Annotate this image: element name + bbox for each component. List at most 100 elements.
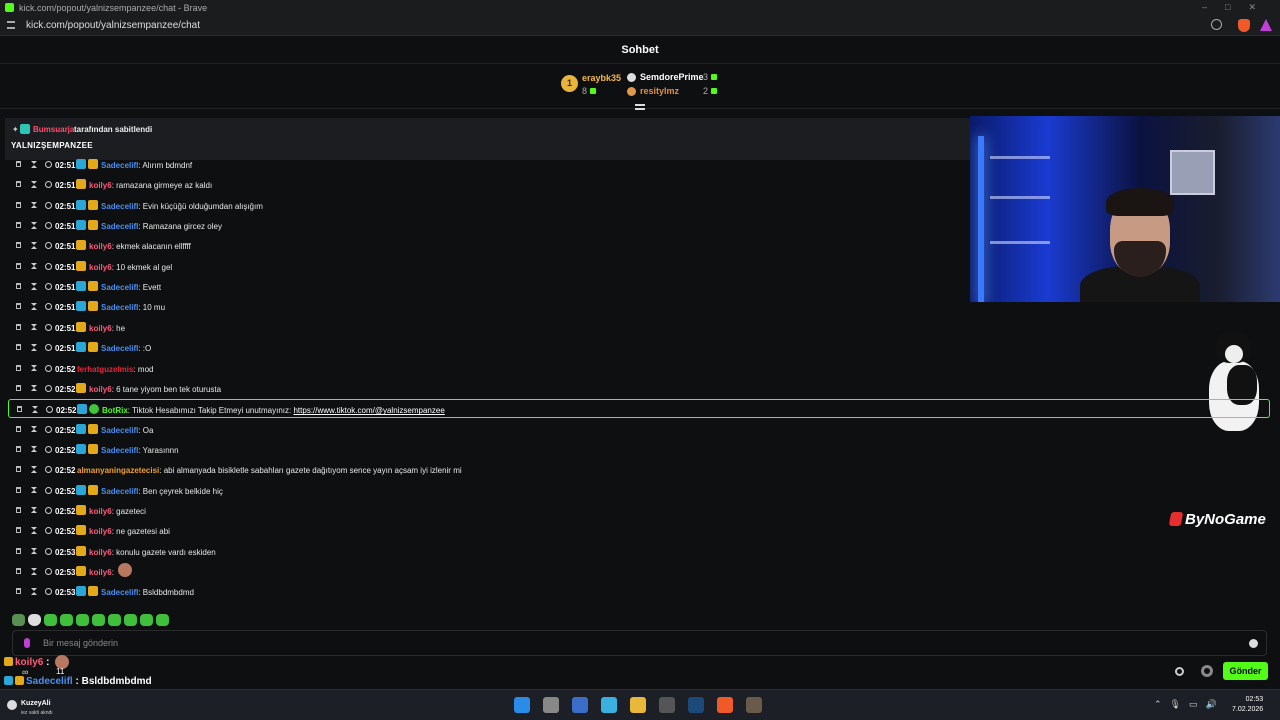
delete-message-icon[interactable] bbox=[16, 262, 21, 269]
chat-settings-icon[interactable] bbox=[1175, 667, 1184, 676]
message-username[interactable]: ferhatguzelmis bbox=[77, 365, 133, 374]
window-controls[interactable]: –□✕ bbox=[1202, 2, 1274, 13]
ban-icon[interactable] bbox=[45, 201, 52, 209]
delete-message-icon[interactable] bbox=[16, 466, 21, 473]
message-username[interactable]: koily6 bbox=[89, 568, 112, 577]
message-username[interactable]: Sadecelifl bbox=[101, 588, 138, 597]
emote-button[interactable] bbox=[76, 614, 89, 626]
timeout-icon[interactable] bbox=[31, 445, 37, 453]
chat-message-row[interactable]: 02:52 Sadecelifl: Ben çeyrek belkide hiç bbox=[8, 481, 1270, 501]
chat-message-row[interactable]: 02:51 koily6: ramazana girmeye az kaldı bbox=[8, 175, 1270, 195]
chat-message-row[interactable]: 02:52 BotRix: Tiktok Hesabımızı Takip Etm… bbox=[8, 399, 1270, 419]
message-username[interactable]: koily6 bbox=[89, 263, 112, 272]
chat-message-row[interactable]: 02:52 Sadecelifl: Oa bbox=[8, 420, 1270, 440]
chat-message-row[interactable]: 02:51 Sadecelifl: 10 mu bbox=[8, 297, 1270, 317]
delete-message-icon[interactable] bbox=[16, 222, 21, 229]
timeout-icon[interactable] bbox=[31, 242, 37, 249]
file-explorer-icon[interactable] bbox=[630, 697, 646, 713]
timeout-icon[interactable] bbox=[31, 547, 37, 555]
chat-message-row[interactable]: 02:53 koily6: bbox=[8, 562, 1270, 582]
ban-icon[interactable] bbox=[45, 486, 52, 494]
delete-message-icon[interactable] bbox=[16, 384, 21, 391]
chat-message-row[interactable]: 02:52 koily6: ne gazetesi abi bbox=[8, 521, 1270, 541]
delete-message-icon[interactable] bbox=[16, 303, 21, 310]
message-username[interactable]: Sadecelifl bbox=[101, 446, 138, 455]
brave-icon[interactable] bbox=[717, 697, 733, 713]
message-username[interactable]: koily6 bbox=[89, 324, 112, 333]
delete-message-icon[interactable] bbox=[16, 486, 21, 493]
timeout-icon[interactable] bbox=[31, 344, 37, 351]
message-username[interactable]: Sadecelifl bbox=[101, 222, 138, 231]
emote-button[interactable] bbox=[44, 614, 57, 626]
delete-message-icon[interactable] bbox=[16, 242, 21, 249]
brave-shields-icon[interactable] bbox=[1238, 19, 1250, 32]
timeout-icon[interactable] bbox=[31, 527, 37, 534]
timeout-icon[interactable] bbox=[31, 303, 37, 310]
send-button[interactable]: Gönder bbox=[1223, 662, 1268, 680]
message-username[interactable]: almanyaningazetecisi bbox=[77, 466, 159, 475]
chat-message-row[interactable]: 02:51 koily6: 10 ekmek al gel bbox=[8, 257, 1270, 277]
message-username[interactable]: koily6 bbox=[89, 507, 112, 516]
timeout-icon[interactable] bbox=[31, 201, 37, 209]
ban-icon[interactable] bbox=[45, 364, 52, 372]
timeout-icon[interactable] bbox=[31, 486, 37, 494]
emote-button[interactable] bbox=[124, 614, 137, 626]
system-tray[interactable]: ⌃🎙▭🔊 bbox=[1154, 699, 1225, 710]
timeout-icon[interactable] bbox=[31, 262, 37, 270]
delete-message-icon[interactable] bbox=[16, 506, 21, 513]
message-username[interactable]: koily6 bbox=[89, 385, 112, 394]
chat-message-row[interactable]: 02:51 Sadecelifl: Ramazana gircez oley bbox=[8, 216, 1270, 236]
expand-leaderboard-icon[interactable] bbox=[635, 104, 645, 110]
emote-button[interactable] bbox=[60, 614, 73, 626]
chat-message-row[interactable]: 02:53 Sadecelifl: Bsldbdmbdmd bbox=[8, 582, 1270, 602]
task-view-icon[interactable] bbox=[543, 697, 559, 713]
chat-message-row[interactable]: 02:51 Sadecelifl: :O bbox=[8, 338, 1270, 358]
emote-button[interactable] bbox=[108, 614, 121, 626]
delete-message-icon[interactable] bbox=[16, 425, 21, 432]
delete-message-icon[interactable] bbox=[16, 323, 21, 330]
message-username[interactable]: koily6 bbox=[89, 527, 112, 536]
message-username[interactable]: BotRix bbox=[102, 406, 128, 415]
delete-message-icon[interactable] bbox=[16, 201, 21, 208]
emote-button[interactable] bbox=[140, 614, 153, 626]
ban-icon[interactable] bbox=[45, 506, 52, 514]
message-username[interactable]: koily6 bbox=[89, 548, 112, 557]
ban-icon[interactable] bbox=[45, 588, 52, 596]
delete-message-icon[interactable] bbox=[16, 181, 21, 188]
zoom-icon[interactable] bbox=[1211, 19, 1222, 30]
timeout-icon[interactable] bbox=[31, 425, 37, 433]
delete-message-icon[interactable] bbox=[16, 364, 21, 371]
ban-icon[interactable] bbox=[45, 568, 52, 575]
ban-icon[interactable] bbox=[45, 384, 52, 392]
brave-rewards-icon[interactable] bbox=[1260, 19, 1272, 31]
app-icon[interactable] bbox=[572, 697, 588, 713]
timeout-icon[interactable] bbox=[32, 406, 38, 413]
delete-message-icon[interactable] bbox=[16, 547, 21, 554]
ban-icon[interactable] bbox=[45, 161, 52, 168]
timeout-icon[interactable] bbox=[31, 283, 37, 290]
emote-button[interactable] bbox=[92, 614, 105, 626]
message-username[interactable]: Sadecelifl bbox=[101, 344, 138, 353]
ban-icon[interactable] bbox=[45, 445, 52, 453]
message-link[interactable]: https://www.tiktok.com/@yalnizsempanzee bbox=[293, 406, 444, 415]
ban-icon[interactable] bbox=[45, 222, 52, 230]
user-avatar-icon[interactable] bbox=[7, 700, 17, 710]
timeout-icon[interactable] bbox=[31, 568, 37, 575]
timeout-icon[interactable] bbox=[31, 222, 37, 229]
ban-icon[interactable] bbox=[45, 547, 52, 555]
start-icon[interactable] bbox=[514, 697, 530, 713]
message-username[interactable]: Sadecelifl bbox=[101, 303, 138, 312]
timeout-icon[interactable] bbox=[31, 466, 37, 473]
chat-message-row[interactable]: 02:52 koily6: 6 tane yiyom ben tek oturus… bbox=[8, 379, 1270, 399]
microphone-icon[interactable] bbox=[24, 638, 30, 648]
chat-message-row[interactable]: 02:52 ferhatguzelmis: mod bbox=[8, 359, 1270, 379]
taskbar-clock[interactable]: 02:53 7.02.2026 bbox=[1232, 695, 1263, 715]
timeout-icon[interactable] bbox=[31, 588, 37, 595]
message-username[interactable]: Sadecelifl bbox=[101, 202, 138, 211]
message-username[interactable]: Sadecelifl bbox=[101, 161, 138, 170]
message-username[interactable]: Sadecelifl bbox=[101, 283, 138, 292]
ban-icon[interactable] bbox=[45, 262, 52, 270]
obs-icon[interactable] bbox=[659, 697, 675, 713]
delete-message-icon[interactable] bbox=[16, 588, 21, 595]
delete-message-icon[interactable] bbox=[17, 406, 22, 413]
